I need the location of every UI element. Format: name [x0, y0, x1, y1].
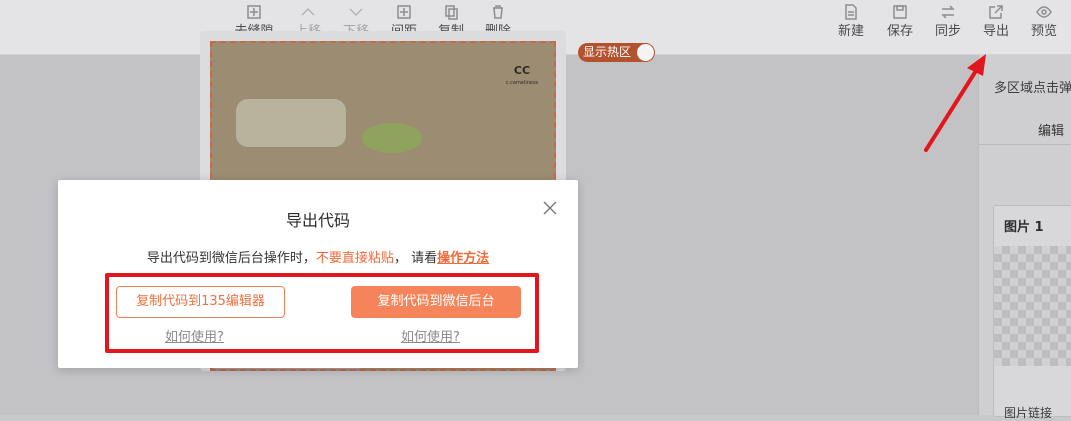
tab-edit[interactable]: 编辑: [978, 112, 1071, 145]
how-to-use-link-wechat[interactable]: 如何使用?: [401, 326, 460, 345]
panel-hint: 多区域点击弹: [994, 81, 1071, 96]
sync-icon: [926, 4, 970, 22]
show-hot-zone-toggle[interactable]: 显示热区: [578, 43, 655, 62]
logo-text: CC: [513, 64, 531, 77]
copy-to-wechat-button[interactable]: 复制代码到微信后台: [351, 286, 521, 318]
plus-square-icon: [382, 4, 426, 22]
copy-icon: [429, 4, 473, 22]
save-icon: [878, 4, 922, 22]
image-card: 图片 1 图片链接: [993, 205, 1071, 420]
dialog-title: 导出代码: [285, 211, 350, 230]
toggle-knob: [637, 44, 654, 61]
chevron-up-icon: [286, 4, 330, 22]
logo-subtext: c.cameliness: [505, 80, 539, 86]
preview-label: 预览: [1030, 24, 1057, 39]
copy-to-135-editor-button[interactable]: 复制代码到135编辑器: [116, 286, 285, 318]
image-placeholder[interactable]: [994, 246, 1071, 366]
desc-mid: ， 请看: [393, 251, 438, 266]
image-link-label: 图片链接: [1004, 406, 1053, 420]
desc-prefix: 导出代码到微信后台操作时，: [146, 251, 316, 266]
decor-shape: [362, 123, 422, 153]
decor-shape: [236, 99, 346, 147]
hot-zone-label: 显示热区: [583, 45, 632, 59]
save-label: 保存: [886, 24, 913, 39]
preview-button[interactable]: 预览: [1022, 4, 1066, 40]
plus-square-icon: [232, 4, 276, 22]
export-icon: [974, 4, 1018, 22]
how-to-use-link-135[interactable]: 如何使用?: [165, 326, 224, 345]
brand-logo: CC c.cameliness: [502, 65, 542, 89]
save-button[interactable]: 保存: [878, 4, 922, 40]
chevron-down-icon: [334, 4, 378, 22]
tab-edit-label: 编辑: [1038, 124, 1065, 139]
instructions-link[interactable]: 操作方法: [437, 251, 489, 266]
eye-icon: [1022, 4, 1066, 22]
desc-warning: 不要直接粘贴: [315, 251, 394, 266]
sync-label: 同步: [934, 24, 961, 39]
export-label: 导出: [982, 24, 1009, 39]
new-label: 新建: [837, 24, 864, 39]
trash-icon: [476, 4, 520, 22]
dialog-description: 导出代码到微信后台操作时，不要直接粘贴， 请看操作方法: [58, 247, 578, 266]
new-button[interactable]: 新建: [829, 4, 873, 40]
close-icon[interactable]: [542, 200, 558, 216]
export-button[interactable]: 导出: [974, 4, 1018, 40]
image-card-title: 图片 1: [1004, 220, 1044, 235]
sync-button[interactable]: 同步: [926, 4, 970, 40]
new-file-icon: [829, 4, 873, 22]
